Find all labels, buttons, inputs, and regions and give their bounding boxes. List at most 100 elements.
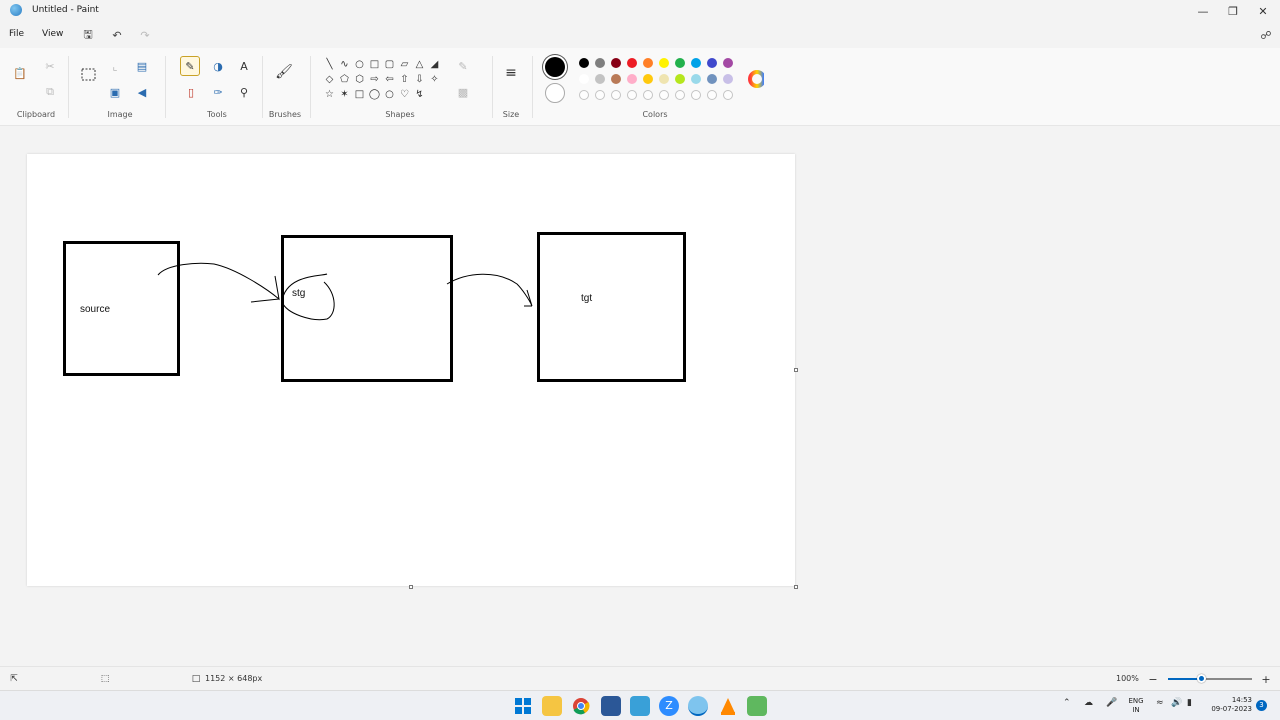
right-triangle-shape-icon[interactable]: ◢ [427,57,442,72]
custom-color-slot[interactable] [659,90,669,100]
lightning-shape-icon[interactable]: ↯ [412,87,427,102]
notepad-icon[interactable] [630,696,650,716]
rectangle-shape-icon[interactable]: □ [367,57,382,72]
menu-view[interactable]: View [42,29,63,39]
paint-icon[interactable] [688,696,708,716]
microphone-icon[interactable]: 🎤 [1106,698,1117,708]
select-icon[interactable] [80,66,96,82]
custom-color-slot[interactable] [611,90,621,100]
crop-icon[interactable]: ⌞ [107,58,123,74]
custom-color-slot[interactable] [595,90,605,100]
image-select-icon[interactable]: ▣ [107,84,123,100]
zoom-out-icon[interactable]: − [1145,671,1161,687]
color-swatch[interactable] [595,58,605,68]
cut-icon[interactable]: ✂ [42,58,58,74]
custom-color-slot[interactable] [691,90,701,100]
color-swatch[interactable] [659,58,669,68]
five-point-star-shape-icon[interactable]: ☆ [322,87,337,102]
color-swatch[interactable] [643,74,653,84]
color-swatch[interactable] [675,58,685,68]
volume-icon[interactable]: 🔊 [1171,698,1182,708]
onedrive-icon[interactable]: ☁ [1084,698,1093,708]
color-swatch[interactable] [579,74,589,84]
six-point-star-shape-icon[interactable]: ✶ [337,87,352,102]
zoom-slider-thumb[interactable] [1196,674,1206,683]
chrome-icon[interactable] [571,696,591,716]
curve-shape-icon[interactable]: ∿ [337,57,352,72]
triangle-shape-icon[interactable]: △ [412,57,427,72]
polygon-shape-icon[interactable]: ▱ [397,57,412,72]
color-swatch[interactable] [691,74,701,84]
size-icon[interactable]: ≡ [503,65,519,81]
color-swatch[interactable] [707,74,717,84]
drawing-canvas[interactable]: source stg tgt [27,154,795,586]
restore-icon[interactable]: ❐ [1218,2,1248,20]
color-swatch[interactable] [579,58,589,68]
rect-callout-shape-icon[interactable]: □ [352,87,367,102]
color-swatch[interactable] [643,58,653,68]
primary-color[interactable] [545,57,565,77]
wifi-icon[interactable]: ≈ [1156,698,1164,708]
file-explorer-icon[interactable] [542,696,562,716]
heart-shape-icon[interactable]: ♡ [397,87,412,102]
down-arrow-shape-icon[interactable]: ⇩ [412,72,427,87]
color-swatch[interactable] [611,74,621,84]
notification-badge[interactable]: 3 [1256,700,1267,711]
resize-handle-right[interactable] [794,368,798,372]
cloud-callout-shape-icon[interactable]: ○ [382,87,397,102]
right-arrow-shape-icon[interactable]: ⇨ [367,72,382,87]
custom-color-slot[interactable] [579,90,589,100]
zoom-in-icon[interactable]: + [1258,671,1274,687]
zoom-slider[interactable] [1168,674,1252,683]
rotate-icon[interactable]: ◀ [134,84,150,100]
color-picker-icon[interactable]: ✑ [210,84,226,100]
eraser-icon[interactable]: ▯ [183,84,199,100]
close-icon[interactable]: ✕ [1248,2,1278,20]
color-swatch[interactable] [611,58,621,68]
color-swatch[interactable] [691,58,701,68]
paste-icon[interactable]: 📋 [12,65,28,81]
pentagon-shape-icon[interactable]: ⬠ [337,72,352,87]
custom-color-slot[interactable] [723,90,733,100]
hexagon-shape-icon[interactable]: ⬡ [352,72,367,87]
color-swatch[interactable] [723,74,733,84]
color-swatch[interactable] [627,58,637,68]
color-swatch[interactable] [659,74,669,84]
custom-color-slot[interactable] [627,90,637,100]
windows-start-icon[interactable] [513,696,533,716]
brush-icon[interactable]: 🖌 [275,64,293,80]
save-icon[interactable]: 🖫 [80,27,96,43]
shape-fill-icon[interactable]: ▩ [455,84,471,100]
vlc-icon[interactable] [718,696,738,716]
chevron-up-icon[interactable]: ⌃ [1063,698,1071,708]
oval-shape-icon[interactable]: ○ [352,57,367,72]
menu-file[interactable]: File [9,29,24,39]
custom-color-slot[interactable] [707,90,717,100]
rounded-rectangle-shape-icon[interactable]: ▢ [382,57,397,72]
minimize-icon[interactable]: — [1188,2,1218,20]
custom-color-slot[interactable] [675,90,685,100]
pencil-icon[interactable]: ✎ [180,56,200,76]
battery-icon[interactable]: ▮ [1187,698,1192,708]
secondary-color[interactable] [545,83,565,103]
color-swatch[interactable] [627,74,637,84]
line-shape-icon[interactable]: ╲ [322,57,337,72]
resize-handle-bottom[interactable] [409,585,413,589]
color-swatch[interactable] [723,58,733,68]
store-icon[interactable] [601,696,621,716]
color-swatch[interactable] [707,58,717,68]
oval-callout-shape-icon[interactable]: ◯ [367,87,382,102]
four-point-star-shape-icon[interactable]: ✧ [427,72,442,87]
color-swatch[interactable] [675,74,685,84]
up-arrow-shape-icon[interactable]: ⇧ [397,72,412,87]
fill-icon[interactable]: ◑ [210,58,226,74]
language-indicator[interactable]: ENG IN [1126,697,1146,715]
custom-color-slot[interactable] [643,90,653,100]
copy-icon[interactable]: ⧉ [42,84,58,100]
editor-icon[interactable] [747,696,767,716]
text-icon[interactable]: A [236,58,252,74]
diamond-shape-icon[interactable]: ◇ [322,72,337,87]
resize-icon[interactable]: ▤ [134,58,150,74]
resize-handle-corner[interactable] [794,585,798,589]
color-swatch[interactable] [595,74,605,84]
